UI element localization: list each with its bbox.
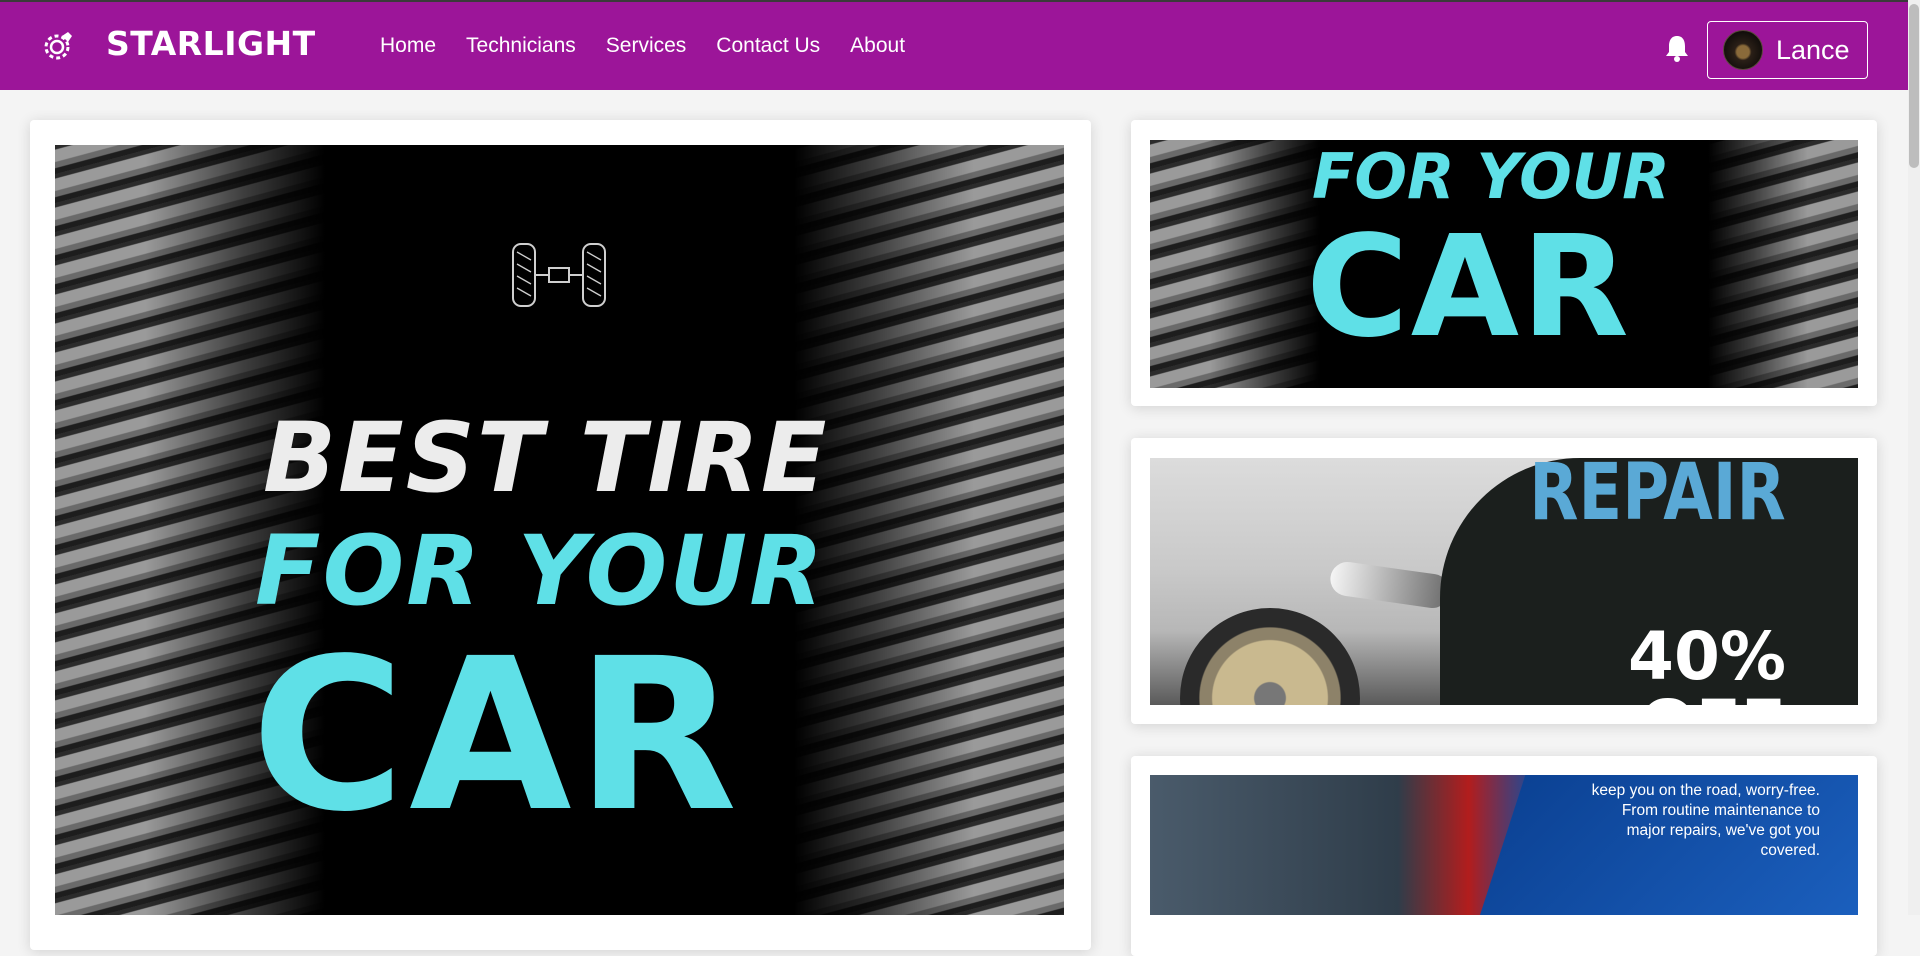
poster-line-car: CAR [251,613,742,858]
discount-off-text: OFF [1640,692,1786,706]
avatar [1723,30,1763,70]
service-description-line: covered. [1760,842,1820,859]
nav-contact-us-link[interactable]: Contact Us [716,34,820,58]
repair-headline: REPAIR [1529,458,1786,538]
poster-line-for-your: FOR YOUR [255,515,826,627]
nav-services-link[interactable]: Services [606,34,687,58]
page-scrollbar-thumb[interactable] [1909,4,1919,168]
main-menu: Home Technicians Services Contact Us Abo… [380,34,935,58]
nav-home-link[interactable]: Home [380,34,436,58]
axle-icon [512,243,606,307]
main-tire-poster[interactable]: BEST TIRE FOR YOUR CAR [55,145,1064,915]
tire-right-fade-small [1708,140,1808,388]
user-name: Lance [1776,34,1850,65]
nav-about-link[interactable]: About [850,34,905,58]
discount-percent: 40% [1628,618,1786,695]
tire-left-fade-small [1210,140,1320,388]
service-description-line: From routine maintenance to [1621,802,1820,819]
poster-car-text: CAR [1306,206,1631,369]
top-navbar: STARLIGHT Home Technicians Services Cont… [0,0,1908,90]
bell-icon[interactable] [1664,34,1690,62]
service-description-line: keep you on the road, worry-free. [1591,782,1820,799]
user-menu-button[interactable]: Lance [1707,21,1868,79]
service-description-line: major repairs, we've got you [1626,822,1820,839]
poster-for-your-text: FOR YOUR [1312,140,1670,213]
gear-wrench-icon[interactable] [40,30,74,64]
poster-line-best-tire: BEST TIRE [263,402,829,514]
nav-technicians-link[interactable]: Technicians [466,34,576,58]
brand-logo-text[interactable]: STARLIGHT [106,24,316,63]
side-tire-poster[interactable]: FOR YOUR CAR [1150,140,1858,388]
repair-discount-poster[interactable]: REPAIR 40% OFF [1150,458,1858,705]
service-description: keep you on the road, worry-free. From r… [1520,781,1820,861]
mechanic-service-poster[interactable]: keep you on the road, worry-free. From r… [1150,775,1858,915]
